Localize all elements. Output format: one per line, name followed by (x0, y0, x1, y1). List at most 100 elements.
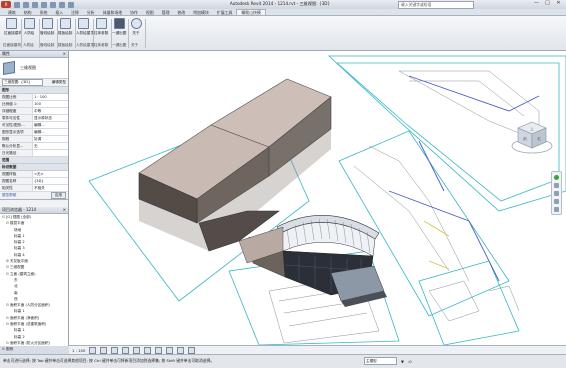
property-rows-identity: 视图样板 <无> 视图名称 {3D} 相关性 不相关 (0, 171, 68, 192)
tab-collaborate[interactable]: 协作 (126, 9, 142, 15)
browser-tree-label: 标高 3 (14, 246, 25, 251)
show-crop-icon[interactable] (155, 346, 163, 354)
browser-tree-item[interactable]: ⊞图例 (0, 346, 68, 352)
application-menu-button[interactable]: R (1, 1, 11, 8)
property-row[interactable]: 可见性/图形... 编辑... (0, 122, 68, 129)
reveal-hidden-icon[interactable] (188, 346, 196, 354)
property-value[interactable]: 100 (32, 101, 68, 107)
3d-viewport[interactable]: 上 前 右 (69, 51, 566, 345)
ribbon-button-0[interactable]: 拉面接建构 (4, 18, 22, 36)
property-value[interactable]: {3D} (32, 178, 68, 184)
apply-button[interactable]: 应用 (50, 192, 66, 199)
property-value[interactable]: 不相关 (32, 185, 68, 191)
ribbon-button-2[interactable]: 管线绘制 (40, 18, 54, 36)
pipe-icon (41, 18, 53, 29)
search-input[interactable]: 键入关键字或短语 (398, 1, 474, 9)
tab-ganlanshan[interactable]: 橄榄山快模 (236, 9, 266, 15)
3d-view-icon[interactable] (68, 1, 74, 8)
orbit-icon[interactable] (554, 199, 559, 204)
property-group-range[interactable]: 范围 (0, 157, 68, 164)
property-row[interactable]: 相关性 不相关 (0, 185, 68, 192)
property-row[interactable]: 图形显示选项 编辑... (0, 129, 68, 136)
property-group-identity[interactable]: 标识数据 (0, 164, 68, 171)
maximize-button[interactable]: □ (543, 0, 552, 7)
property-row[interactable]: 视图样板 <无> (0, 171, 68, 178)
nav-menu-icon[interactable] (554, 207, 559, 212)
sun-path-icon[interactable] (111, 346, 119, 354)
tab-massing-site[interactable]: 体量和场地 (99, 9, 126, 15)
3d-model-canvas (88, 55, 566, 345)
ribbon-button-label: 人防绘屋顶 (76, 31, 94, 35)
close-button[interactable]: ✕ (554, 0, 563, 7)
ribbon-button-1[interactable]: 人防绘 (22, 18, 36, 36)
property-value[interactable]: 编辑... (32, 129, 68, 135)
property-value[interactable]: 协调 (32, 136, 68, 142)
property-key: 默认分析显... (2, 144, 24, 148)
close-icon[interactable]: × (63, 51, 66, 57)
quick-access-toolbar (14, 1, 74, 8)
properties-help-link[interactable]: 属性帮助 (2, 193, 16, 198)
property-row[interactable]: 零件可见性 显示原状态 (0, 115, 68, 122)
ribbon-button-6[interactable]: 一键出图 (112, 18, 126, 36)
visual-style-icon[interactable] (100, 346, 108, 354)
view-cube[interactable]: 上 前 右 (510, 116, 554, 156)
ribbon-group-label: 拉面接建构 (3, 43, 21, 47)
tab-structure[interactable]: 结构 (20, 9, 36, 15)
tab-addins[interactable]: 附加模块 (189, 9, 213, 15)
property-row[interactable]: 默认分析显... 无 (0, 143, 68, 150)
property-value[interactable]: 无 (32, 143, 68, 149)
type-selector[interactable]: 三维视图 (0, 58, 68, 79)
property-value[interactable]: 显示原状态 (32, 115, 68, 121)
render-icon[interactable] (133, 346, 141, 354)
tab-view[interactable]: 视图 (142, 9, 158, 15)
pan-icon[interactable] (554, 183, 559, 188)
property-row[interactable]: 详细程度 中等 (0, 108, 68, 115)
temporary-hide-icon[interactable] (177, 346, 185, 354)
property-value[interactable]: 编辑... (32, 122, 68, 128)
filter-icon[interactable]: ▼ (401, 359, 404, 364)
measure-icon[interactable] (59, 1, 65, 8)
ribbon-button-5[interactable]: 柱体参数 (94, 18, 108, 36)
ribbon-button-4[interactable]: 人防绘屋顶 (76, 18, 94, 36)
property-row[interactable]: 规程 协调 (0, 136, 68, 143)
save-icon[interactable] (23, 1, 29, 8)
ribbon-button-7[interactable]: 关于 (129, 18, 143, 36)
tab-architecture[interactable]: 建筑 (4, 9, 20, 15)
steering-wheel-icon[interactable] (554, 175, 559, 180)
tab-analyze[interactable]: 分析 (83, 9, 99, 15)
tab-modify[interactable]: 修改 (173, 9, 189, 15)
property-value[interactable]: 1 : 100 (32, 94, 68, 100)
browser-tree-label: [O] 视图 (全部) (6, 215, 32, 219)
ribbon-button-3[interactable]: 楼板绘制 (58, 18, 72, 36)
view-scale[interactable]: 1 : 100 (72, 348, 85, 353)
property-group-graphics[interactable]: 图形 (0, 87, 68, 94)
crop-view-icon[interactable] (144, 346, 152, 354)
detail-level-icon[interactable] (89, 346, 97, 354)
close-icon[interactable]: × (63, 207, 66, 213)
tab-manage[interactable]: 管理 (158, 9, 174, 15)
zoom-icon[interactable] (554, 191, 559, 196)
tab-extensions[interactable]: 扩展工具 (213, 9, 237, 15)
view-selector-dropdown[interactable]: 三维视图: {3D} (2, 79, 43, 86)
minimize-button[interactable]: — (532, 0, 541, 7)
cube-right-label: 右 (537, 136, 541, 141)
tab-systems[interactable]: 系统 (36, 9, 52, 15)
property-value[interactable]: 中等 (32, 108, 68, 114)
model-dropdown[interactable]: 主模型 (364, 357, 397, 365)
undo-icon[interactable] (32, 1, 38, 8)
property-row[interactable]: 比例值 1: 100 (0, 101, 68, 108)
property-value[interactable] (32, 150, 68, 156)
property-row[interactable]: 视图比例 1 : 100 (0, 94, 68, 101)
property-value[interactable]: <无> (32, 171, 68, 177)
building-model (138, 78, 387, 307)
tab-insert[interactable]: 插入 (51, 9, 67, 15)
open-icon[interactable] (14, 1, 20, 8)
property-row[interactable]: 日光路径 (0, 150, 68, 157)
redo-icon[interactable] (41, 1, 47, 8)
edit-type-button[interactable]: 编辑类型 (52, 80, 66, 85)
tab-annotate[interactable]: 注释 (67, 9, 83, 15)
print-icon[interactable] (50, 1, 56, 8)
shadows-icon[interactable] (122, 346, 130, 354)
lock-view-icon[interactable] (166, 346, 174, 354)
property-row[interactable]: 视图名称 {3D} (0, 178, 68, 185)
